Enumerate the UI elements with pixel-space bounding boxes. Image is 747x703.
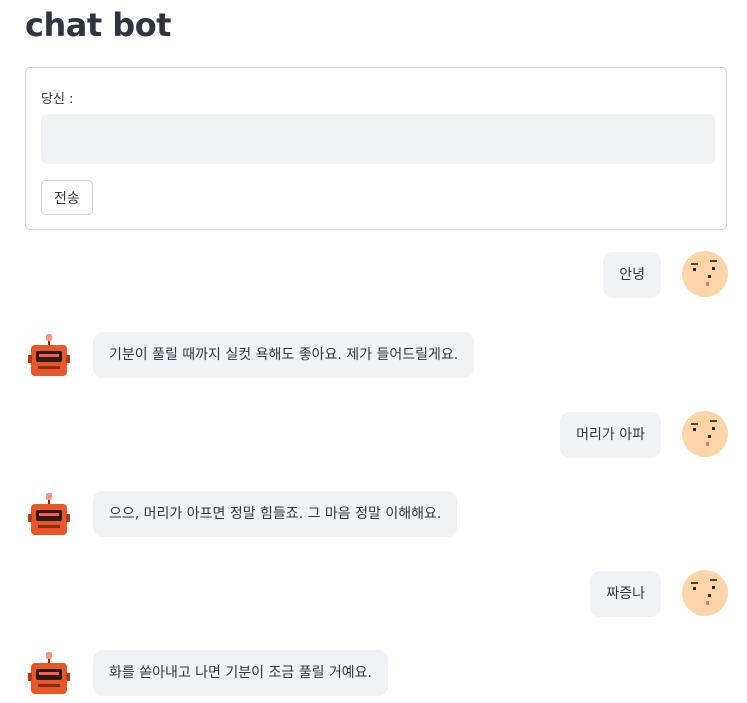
bot-message-bubble: 기분이 풀릴 때까지 실컷 욕해도 좋아요. 제가 들어드릴게요. [93,332,475,378]
bot-message-row: 으으, 머리가 아프면 정말 힘들죠. 그 마음 정말 이해해요. [0,489,747,539]
input-label: 당신 : [41,92,74,107]
user-avatar-icon [682,411,728,457]
user-message-row: 안녕 [0,250,747,300]
user-avatar-icon [682,570,728,616]
user-message-row: 짜증나 [0,569,747,619]
bot-avatar-icon [28,493,70,535]
page-title: chat bot [25,6,171,44]
user-message-bubble: 머리가 아파 [560,412,661,458]
bot-avatar-icon [28,334,70,376]
user-avatar-icon [682,251,728,297]
bot-message-row: 화를 쏟아내고 나면 기분이 조금 풀릴 거예요. [0,648,747,698]
message-input[interactable] [41,114,715,164]
bot-message-row: 기분이 풀릴 때까지 실컷 욕해도 좋아요. 제가 들어드릴게요. [0,330,747,380]
bot-avatar-icon [28,652,70,694]
bot-message-bubble: 으으, 머리가 아프면 정말 힘들죠. 그 마음 정말 이해해요. [93,491,458,537]
user-message-row: 머리가 아파 [0,410,747,460]
send-button[interactable]: 전송 [41,180,93,215]
chat-input-form: 당신 : 전송 [25,67,727,230]
user-message-bubble: 안녕 [603,252,661,298]
user-message-bubble: 짜증나 [590,571,661,617]
bot-message-bubble: 화를 쏟아내고 나면 기분이 조금 풀릴 거예요. [93,650,388,696]
